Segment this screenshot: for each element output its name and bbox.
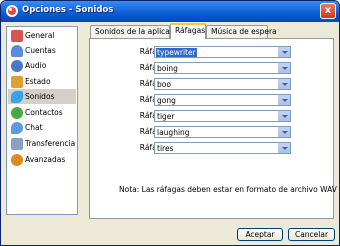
sidebar-item-advanced[interactable]: Avanzadas: [8, 152, 76, 167]
burst-value: boing: [157, 64, 178, 73]
burst-value: tires: [157, 144, 174, 153]
sidebar-item-chat[interactable]: Chat: [8, 120, 76, 135]
general-icon: [11, 29, 23, 42]
accept-button[interactable]: Aceptar: [237, 228, 283, 241]
sidebar-item-label: Transferencia d...: [25, 139, 76, 148]
advanced-icon: [11, 153, 23, 166]
tab-bursts[interactable]: Ráfagas: [170, 23, 206, 39]
sidebar-item-label: General: [25, 31, 55, 40]
tab-hold-music[interactable]: Música de espera: [206, 25, 277, 38]
burst-row: Ráfaga #5: tiger: [90, 110, 335, 122]
contacts-icon: [11, 106, 23, 119]
sidebar-item-status[interactable]: Estado: [8, 74, 76, 89]
burst-5-select[interactable]: tiger: [154, 110, 291, 122]
options-window: Opciones - Sonidos x General Cuentas Aud…: [0, 0, 340, 246]
chat-icon: [11, 121, 23, 134]
accounts-icon: [11, 44, 23, 57]
sidebar-item-sounds[interactable]: Sonidos: [8, 89, 76, 104]
sidebar-item-label: Avanzadas: [25, 155, 66, 164]
burst-1-select[interactable]: typewriter: [154, 46, 291, 58]
burst-value: laughing: [157, 128, 190, 137]
burst-row: Ráfaga #4: gong: [90, 94, 335, 106]
sidebar-item-label: Chat: [25, 123, 43, 132]
burst-row: Ráfaga #6: laughing: [90, 126, 335, 138]
sidebar-item-label: Contactos: [25, 108, 63, 117]
sidebar-item-transfer[interactable]: Transferencia d...: [8, 136, 76, 151]
burst-row: Ráfaga #2: boing: [90, 62, 335, 74]
chevron-down-icon[interactable]: [278, 47, 290, 57]
burst-value: boo: [157, 80, 171, 89]
bursts-panel: Ráfaga #1: typewriter Ráfaga #2: boing R…: [89, 38, 337, 219]
burst-value: tiger: [157, 112, 175, 121]
title-bar[interactable]: Opciones - Sonidos x: [1, 1, 339, 22]
burst-value: gong: [157, 96, 176, 105]
burst-4-select[interactable]: gong: [154, 94, 291, 106]
category-sidebar: General Cuentas Audio Estado Sonidos Con…: [6, 26, 78, 215]
burst-row: Ráfaga #7: tires: [90, 142, 335, 154]
burst-row: Ráfaga #3: boo: [90, 78, 335, 90]
sounds-icon: [11, 90, 23, 103]
chevron-down-icon[interactable]: [278, 79, 290, 89]
burst-6-select[interactable]: laughing: [154, 126, 291, 138]
chevron-down-icon[interactable]: [278, 111, 290, 121]
burst-2-select[interactable]: boing: [154, 62, 291, 74]
chevron-down-icon[interactable]: [278, 127, 290, 137]
chevron-down-icon[interactable]: [278, 143, 290, 153]
tab-application-sounds[interactable]: Sonidos de la aplicación: [90, 25, 185, 38]
audio-icon: [11, 59, 23, 72]
sidebar-item-accounts[interactable]: Cuentas: [8, 43, 76, 58]
sidebar-item-label: Audio: [25, 61, 47, 70]
burst-7-select[interactable]: tires: [154, 142, 291, 154]
close-button[interactable]: x: [320, 3, 336, 19]
burst-value: typewriter: [156, 48, 197, 57]
burst-3-select[interactable]: boo: [154, 78, 291, 90]
sidebar-item-label: Estado: [25, 77, 51, 86]
window-title: Opciones - Sonidos: [22, 5, 114, 15]
sidebar-item-label: Cuentas: [25, 46, 56, 55]
cancel-button[interactable]: Cancelar: [288, 228, 335, 241]
sidebar-item-label: Sonidos: [25, 92, 55, 101]
chevron-down-icon[interactable]: [278, 95, 290, 105]
burst-row: Ráfaga #1: typewriter: [90, 46, 335, 58]
app-icon: [6, 5, 18, 17]
sidebar-item-audio[interactable]: Audio: [8, 58, 76, 73]
wav-format-note: Nota: Las ráfagas deben estar en formato…: [119, 185, 337, 194]
transfer-icon: [11, 137, 23, 150]
status-icon: [11, 75, 23, 88]
sidebar-item-contacts[interactable]: Contactos: [8, 105, 76, 120]
sidebar-item-general[interactable]: General: [8, 28, 76, 43]
chevron-down-icon[interactable]: [278, 63, 290, 73]
